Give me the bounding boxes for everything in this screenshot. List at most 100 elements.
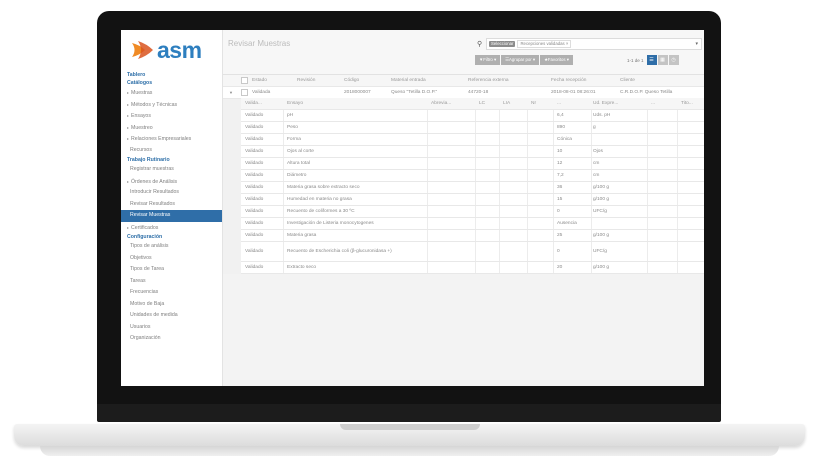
sidebar-item[interactable]: Tipos de análisis <box>121 241 222 253</box>
sidebar-item[interactable]: ▸ Órdenes de Análisis <box>121 176 222 188</box>
filter-button[interactable]: ▼Filtro ▾ <box>475 55 501 65</box>
search-icon[interactable]: ⚲ <box>477 40 486 48</box>
test-row[interactable]: Validado Altura total 12 cm <box>241 158 704 170</box>
column-header[interactable]: Estado <box>252 75 292 86</box>
test-ensayo: Diámetro <box>287 173 307 178</box>
column-header[interactable]: Fecha recepción <box>551 75 616 86</box>
select-all-checkbox[interactable] <box>241 77 248 84</box>
test-row[interactable]: Validado Diámetro 7,2 cm <box>241 170 704 182</box>
test-unidad <box>593 134 645 145</box>
search-dropdown-icon[interactable]: ▾ <box>695 41 698 47</box>
sidebar-item-label: Muestreo <box>131 124 153 131</box>
sidebar-item[interactable]: Revisar Muestras <box>121 210 222 222</box>
sidebar-item-label: Tablero <box>127 72 146 78</box>
sidebar-item[interactable]: Registrar muestras <box>121 164 222 176</box>
row-checkbox[interactable] <box>241 89 248 96</box>
test-valor: 15 <box>557 197 563 202</box>
sidebar-item[interactable]: Motivo de Baja <box>121 299 222 311</box>
sidebar-item[interactable]: Tareas <box>121 276 222 288</box>
test-unidad: g/100 g <box>593 185 610 190</box>
sidebar-item[interactable]: Organización <box>121 333 222 345</box>
sidebar-item-label: Motivo de Baja <box>130 300 165 307</box>
list-view-icon[interactable]: ☰ <box>646 55 657 65</box>
sidebar-item-label: Certificados <box>131 224 159 231</box>
column-header[interactable]: Ud. Expre... <box>593 98 633 109</box>
column-header[interactable]: Cliente <box>620 75 700 86</box>
sidebar-item[interactable]: Trabajo Rutinario <box>121 156 222 164</box>
test-row[interactable]: Validado Humedad en materia no grasa 15 g/1… <box>241 194 704 206</box>
table-header: Estado Revisión Código Material entrada … <box>223 75 704 87</box>
sample-date: 2018-08-01 08:26:01 <box>551 90 596 95</box>
column-header[interactable]: Valida... <box>245 98 283 109</box>
sidebar-item[interactable]: Revisar Resultados <box>121 199 222 211</box>
sidebar-item-label: Unidades de medida <box>130 312 178 318</box>
test-ensayo: Materia grasa <box>287 233 317 238</box>
test-valor: 6,4 <box>557 113 564 118</box>
test-row[interactable]: Validado Extracto seco 20 g/100 g <box>241 262 704 274</box>
test-row[interactable]: Validado Ojos al corte 10 Ojos <box>241 146 704 158</box>
sidebar-item-label: Tareas <box>130 277 146 284</box>
test-row[interactable]: Validado Materia grasa sobre extracto sec… <box>241 182 704 194</box>
group-by-button[interactable]: ☰Agrupar por ▾ <box>501 55 540 65</box>
column-header[interactable]: Tito... <box>681 98 703 109</box>
sidebar-item[interactable]: Tablero <box>121 71 222 79</box>
sidebar-item[interactable]: Configuración <box>121 233 222 241</box>
column-header[interactable]: Abrevia... <box>431 98 469 109</box>
sidebar-item[interactable]: Catálogos <box>121 79 222 87</box>
column-header[interactable]: Nr <box>531 98 547 109</box>
laptop-bottom <box>40 446 779 456</box>
test-row[interactable]: Validado Forma Cónica <box>241 134 704 146</box>
column-header[interactable]: Material entrada <box>391 75 463 86</box>
test-valor: 20 <box>557 265 563 270</box>
test-valor: 0 <box>557 249 560 254</box>
favorites-button[interactable]: ★Favoritos ▾ <box>540 55 573 65</box>
sidebar-item[interactable]: ▸ Muestras <box>121 87 222 99</box>
graph-view-icon[interactable]: ◷ <box>668 55 679 65</box>
sidebar-item[interactable]: ▸ Muestreo <box>121 122 222 134</box>
sidebar-item[interactable]: ▸ Certificados <box>121 222 222 234</box>
kanban-view-icon[interactable]: ▦ <box>657 55 668 65</box>
test-row[interactable]: Validado Recuento de coliformes a 30 ºC 0 U… <box>241 206 704 218</box>
column-header[interactable]: Revisión <box>297 75 341 86</box>
test-estado: Validado <box>245 221 264 226</box>
test-estado: Validado <box>245 173 264 178</box>
column-header[interactable]: Referencia externa <box>468 75 548 86</box>
sidebar-item[interactable]: Unidades de medida <box>121 310 222 322</box>
sidebar-item[interactable]: Tipos de Tarea <box>121 264 222 276</box>
sidebar-item[interactable]: ▸ Relaciones Empresariales <box>121 133 222 145</box>
sidebar-item[interactable]: Recursos <box>121 145 222 157</box>
test-ensayo: Ojos al corte <box>287 149 314 154</box>
test-row[interactable]: Validado Materia grasa 25 g/100 g <box>241 230 704 242</box>
collapse-icon[interactable]: ▼ <box>229 87 237 98</box>
test-row[interactable]: Validado Peso 890 g <box>241 122 704 134</box>
sidebar-item[interactable]: Frecuencias <box>121 287 222 299</box>
chevron-right-icon: ▸ <box>127 136 130 141</box>
search-facet: Seleccionar <box>489 40 516 47</box>
sidebar-item-label: Configuración <box>127 234 163 240</box>
sidebar-item[interactable]: Usuarios <box>121 322 222 334</box>
sidebar-item-label: Tipos de Tarea <box>130 266 165 272</box>
search-facet-chip[interactable]: Recepciones validadas × <box>517 39 572 48</box>
sidebar-item[interactable]: Introducir Resultados <box>121 187 222 199</box>
column-header[interactable]: LIA <box>503 98 521 109</box>
sidebar-item-label: Introducir Resultados <box>130 189 180 195</box>
sidebar-item[interactable]: ▸ Ensayos <box>121 110 222 122</box>
sidebar-item-label: Trabajo Rutinario <box>127 157 170 163</box>
column-header[interactable]: Ensayo <box>287 98 417 109</box>
test-row[interactable]: Validado Investigación de Listeria monocy… <box>241 218 704 230</box>
empty-area <box>223 274 704 386</box>
column-header[interactable]: Código <box>344 75 388 86</box>
sidebar: asm Tablero Catálogos ▸ Muestras ▸ Métodos y … <box>121 30 223 386</box>
test-row[interactable]: Validado Recuento de Escherichia coli (β-… <box>241 242 704 262</box>
column-header[interactable]: ... <box>651 98 663 109</box>
search-input[interactable]: Seleccionar Recepciones validadas × ▾ <box>486 37 702 50</box>
sidebar-item[interactable]: Objetivos <box>121 253 222 265</box>
logo[interactable]: asm <box>131 37 202 63</box>
test-row[interactable]: Validado pH 6,4 Uds. pH <box>241 110 704 122</box>
test-unidad: g <box>593 125 596 130</box>
column-header[interactable]: ... <box>557 98 569 109</box>
sidebar-item[interactable]: ▸ Métodos y Técnicas <box>121 99 222 111</box>
sidebar-item-label: Organización <box>130 335 161 341</box>
column-header[interactable]: LC <box>479 98 497 109</box>
sidebar-item-label: Métodos y Técnicas <box>131 101 178 108</box>
